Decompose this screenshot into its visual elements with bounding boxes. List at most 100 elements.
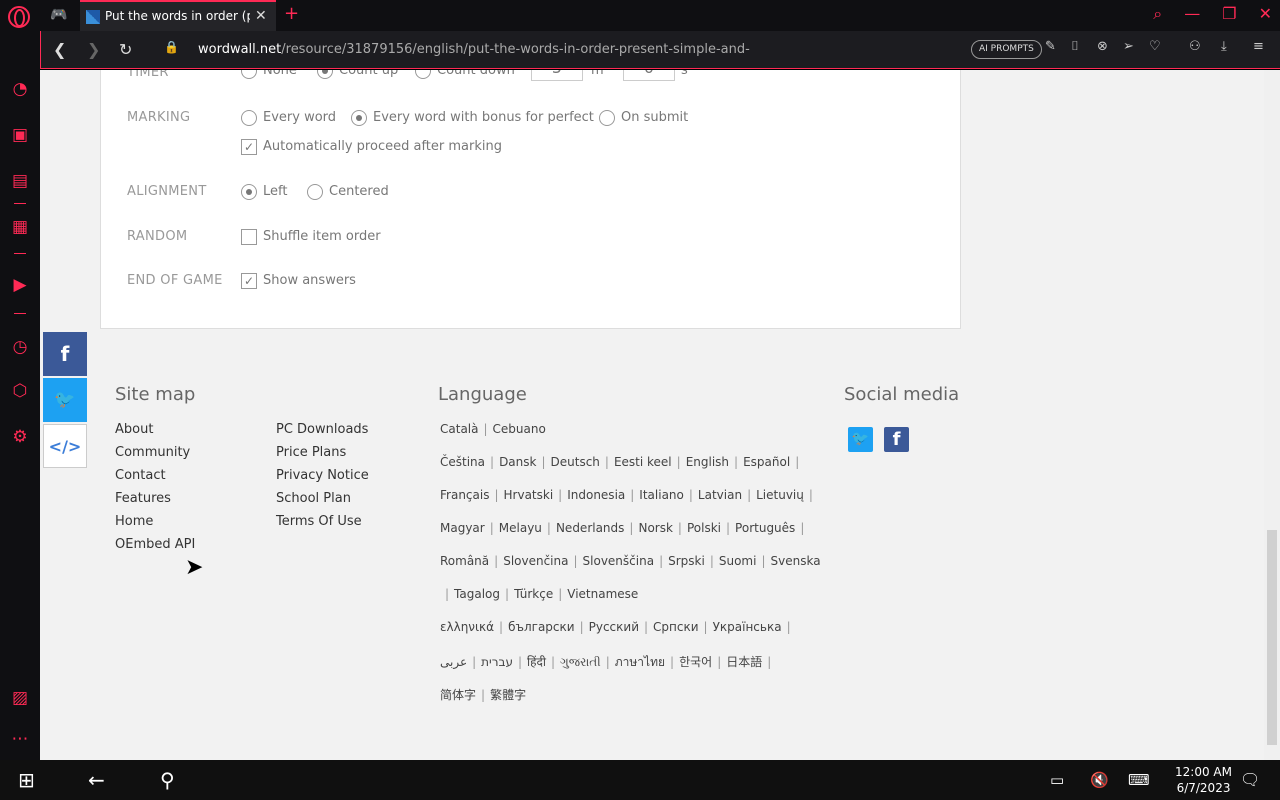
- url-field[interactable]: 🔒 wordwall.net/resource/31879156/english…: [146, 37, 1086, 63]
- language-link[interactable]: Español: [743, 455, 790, 469]
- new-tab-icon[interactable]: +: [284, 3, 299, 24]
- speed-dial-icon[interactable]: ◔: [10, 79, 30, 99]
- language-link[interactable]: Polski: [687, 521, 721, 535]
- language-link[interactable]: हिंदी: [527, 655, 546, 669]
- timer-none-radio[interactable]: [241, 70, 257, 79]
- search-icon[interactable]: ⌕: [1153, 4, 1162, 24]
- align-centered-radio[interactable]: [307, 184, 323, 200]
- language-link[interactable]: ελληνικά: [440, 620, 494, 634]
- network-icon[interactable]: ▭: [1050, 771, 1064, 789]
- taskbar-search-icon[interactable]: ⚲: [160, 768, 175, 792]
- language-link[interactable]: Català: [440, 422, 478, 436]
- language-link[interactable]: 日本語: [726, 655, 762, 669]
- send-icon[interactable]: ➢: [1123, 39, 1134, 54]
- camera-icon[interactable]: ⌷: [1071, 39, 1079, 54]
- ai-prompts-button[interactable]: AI PROMPTS: [971, 40, 1042, 59]
- notifications-icon[interactable]: 🗨: [1240, 770, 1260, 789]
- gamepad-icon[interactable]: 🎮: [50, 7, 67, 23]
- language-link[interactable]: עברית: [481, 655, 513, 669]
- language-link[interactable]: Svenska: [771, 554, 821, 568]
- language-link[interactable]: Srpski: [668, 554, 705, 568]
- shuffle-checkbox[interactable]: [241, 229, 257, 245]
- language-link[interactable]: ภาษาไทย: [615, 655, 665, 669]
- language-link[interactable]: Српски: [653, 620, 699, 634]
- minimize-icon[interactable]: —: [1184, 4, 1200, 24]
- social-twitter-icon[interactable]: 🐦: [848, 427, 873, 452]
- clock[interactable]: 12:00 AM 6/7/2023: [1175, 764, 1232, 796]
- language-link[interactable]: Indonesia: [567, 488, 625, 502]
- language-link[interactable]: Slovenčina: [503, 554, 568, 568]
- taskbar-back-icon[interactable]: ←: [88, 768, 105, 792]
- cube-icon[interactable]: ⬡: [10, 381, 30, 401]
- footer-link-about[interactable]: About: [115, 422, 153, 437]
- language-link[interactable]: Lietuvių: [756, 488, 804, 502]
- language-link[interactable]: Hrvatski: [504, 488, 554, 502]
- language-link[interactable]: Čeština: [440, 455, 485, 469]
- language-link[interactable]: 简体字: [440, 688, 476, 702]
- volume-muted-icon[interactable]: 🔇: [1090, 771, 1109, 789]
- footer-link-home[interactable]: Home: [115, 514, 153, 529]
- marking-bonus-radio[interactable]: [351, 110, 367, 126]
- bag-icon[interactable]: ▣: [10, 125, 30, 145]
- footer-link-features[interactable]: Features: [115, 491, 171, 506]
- share-twitter-button[interactable]: 🐦: [43, 378, 87, 422]
- language-link[interactable]: Eesti keel: [614, 455, 672, 469]
- language-link[interactable]: Norsk: [638, 521, 672, 535]
- marking-submit-radio[interactable]: [599, 110, 615, 126]
- close-window-icon[interactable]: ✕: [1259, 4, 1272, 24]
- timer-countup-radio[interactable]: [317, 70, 333, 79]
- language-link[interactable]: 繁體字: [490, 688, 526, 702]
- footer-link-price-plans[interactable]: Price Plans: [276, 445, 346, 460]
- language-link[interactable]: Nederlands: [556, 521, 624, 535]
- profile-icon[interactable]: ⚇: [1189, 39, 1201, 54]
- language-link[interactable]: Français: [440, 488, 489, 502]
- browser-tab[interactable]: Put the words in order (present simple a…: [80, 0, 276, 31]
- language-link[interactable]: Melayu: [499, 521, 542, 535]
- language-link[interactable]: Magyar: [440, 521, 485, 535]
- forward-icon[interactable]: ❯: [87, 40, 100, 59]
- language-link[interactable]: English: [686, 455, 729, 469]
- language-link[interactable]: Українська: [713, 620, 782, 634]
- language-link[interactable]: Dansk: [499, 455, 536, 469]
- gallery-icon[interactable]: ▨: [10, 688, 30, 708]
- language-link[interactable]: عربى: [440, 655, 467, 669]
- opera-logo-icon[interactable]: [8, 6, 30, 28]
- language-link[interactable]: Deutsch: [551, 455, 600, 469]
- reload-icon[interactable]: ↻: [119, 40, 132, 59]
- language-link[interactable]: Cebuano: [493, 422, 546, 436]
- timer-minutes-input[interactable]: 5: [531, 70, 583, 81]
- language-link[interactable]: Português: [735, 521, 795, 535]
- download-icon[interactable]: ⤓: [1221, 39, 1227, 54]
- auto-proceed-checkbox[interactable]: ✓: [241, 139, 257, 155]
- language-link[interactable]: Suomi: [719, 554, 757, 568]
- share-facebook-button[interactable]: f: [43, 332, 87, 376]
- footer-link-pc-downloads[interactable]: PC Downloads: [276, 422, 368, 437]
- windows-start-icon[interactable]: ⊞: [18, 768, 35, 792]
- timer-seconds-input[interactable]: 0: [623, 70, 675, 81]
- language-link[interactable]: Tagalog: [454, 587, 500, 601]
- language-link[interactable]: Română: [440, 554, 489, 568]
- footer-link-school-plan[interactable]: School Plan: [276, 491, 351, 506]
- language-link[interactable]: Italiano: [639, 488, 684, 502]
- show-answers-checkbox[interactable]: ✓: [241, 273, 257, 289]
- scrollbar[interactable]: [1264, 70, 1280, 760]
- menu-icon[interactable]: ≡: [1253, 39, 1264, 54]
- language-link[interactable]: Latvian: [698, 488, 742, 502]
- footer-link-terms[interactable]: Terms Of Use: [276, 514, 362, 529]
- scrollbar-thumb[interactable]: [1267, 530, 1277, 745]
- marking-every-word-radio[interactable]: [241, 110, 257, 126]
- footer-link-oembed[interactable]: OEmbed API: [115, 537, 195, 552]
- share-embed-button[interactable]: </>: [43, 424, 87, 468]
- language-link[interactable]: български: [508, 620, 574, 634]
- history-icon[interactable]: ◷: [10, 337, 30, 357]
- back-icon[interactable]: ❮: [53, 40, 66, 59]
- social-facebook-icon[interactable]: f: [884, 427, 909, 452]
- language-link[interactable]: 한국어: [679, 655, 712, 669]
- edit-icon[interactable]: ✎: [1045, 39, 1056, 54]
- block-icon[interactable]: ⊗: [1097, 39, 1108, 54]
- language-link[interactable]: Vietnamese: [567, 587, 638, 601]
- language-link[interactable]: Slovenščina: [583, 554, 655, 568]
- language-link[interactable]: Türkçe: [514, 587, 553, 601]
- more-icon[interactable]: ⋯: [10, 729, 30, 749]
- language-link[interactable]: Русский: [589, 620, 639, 634]
